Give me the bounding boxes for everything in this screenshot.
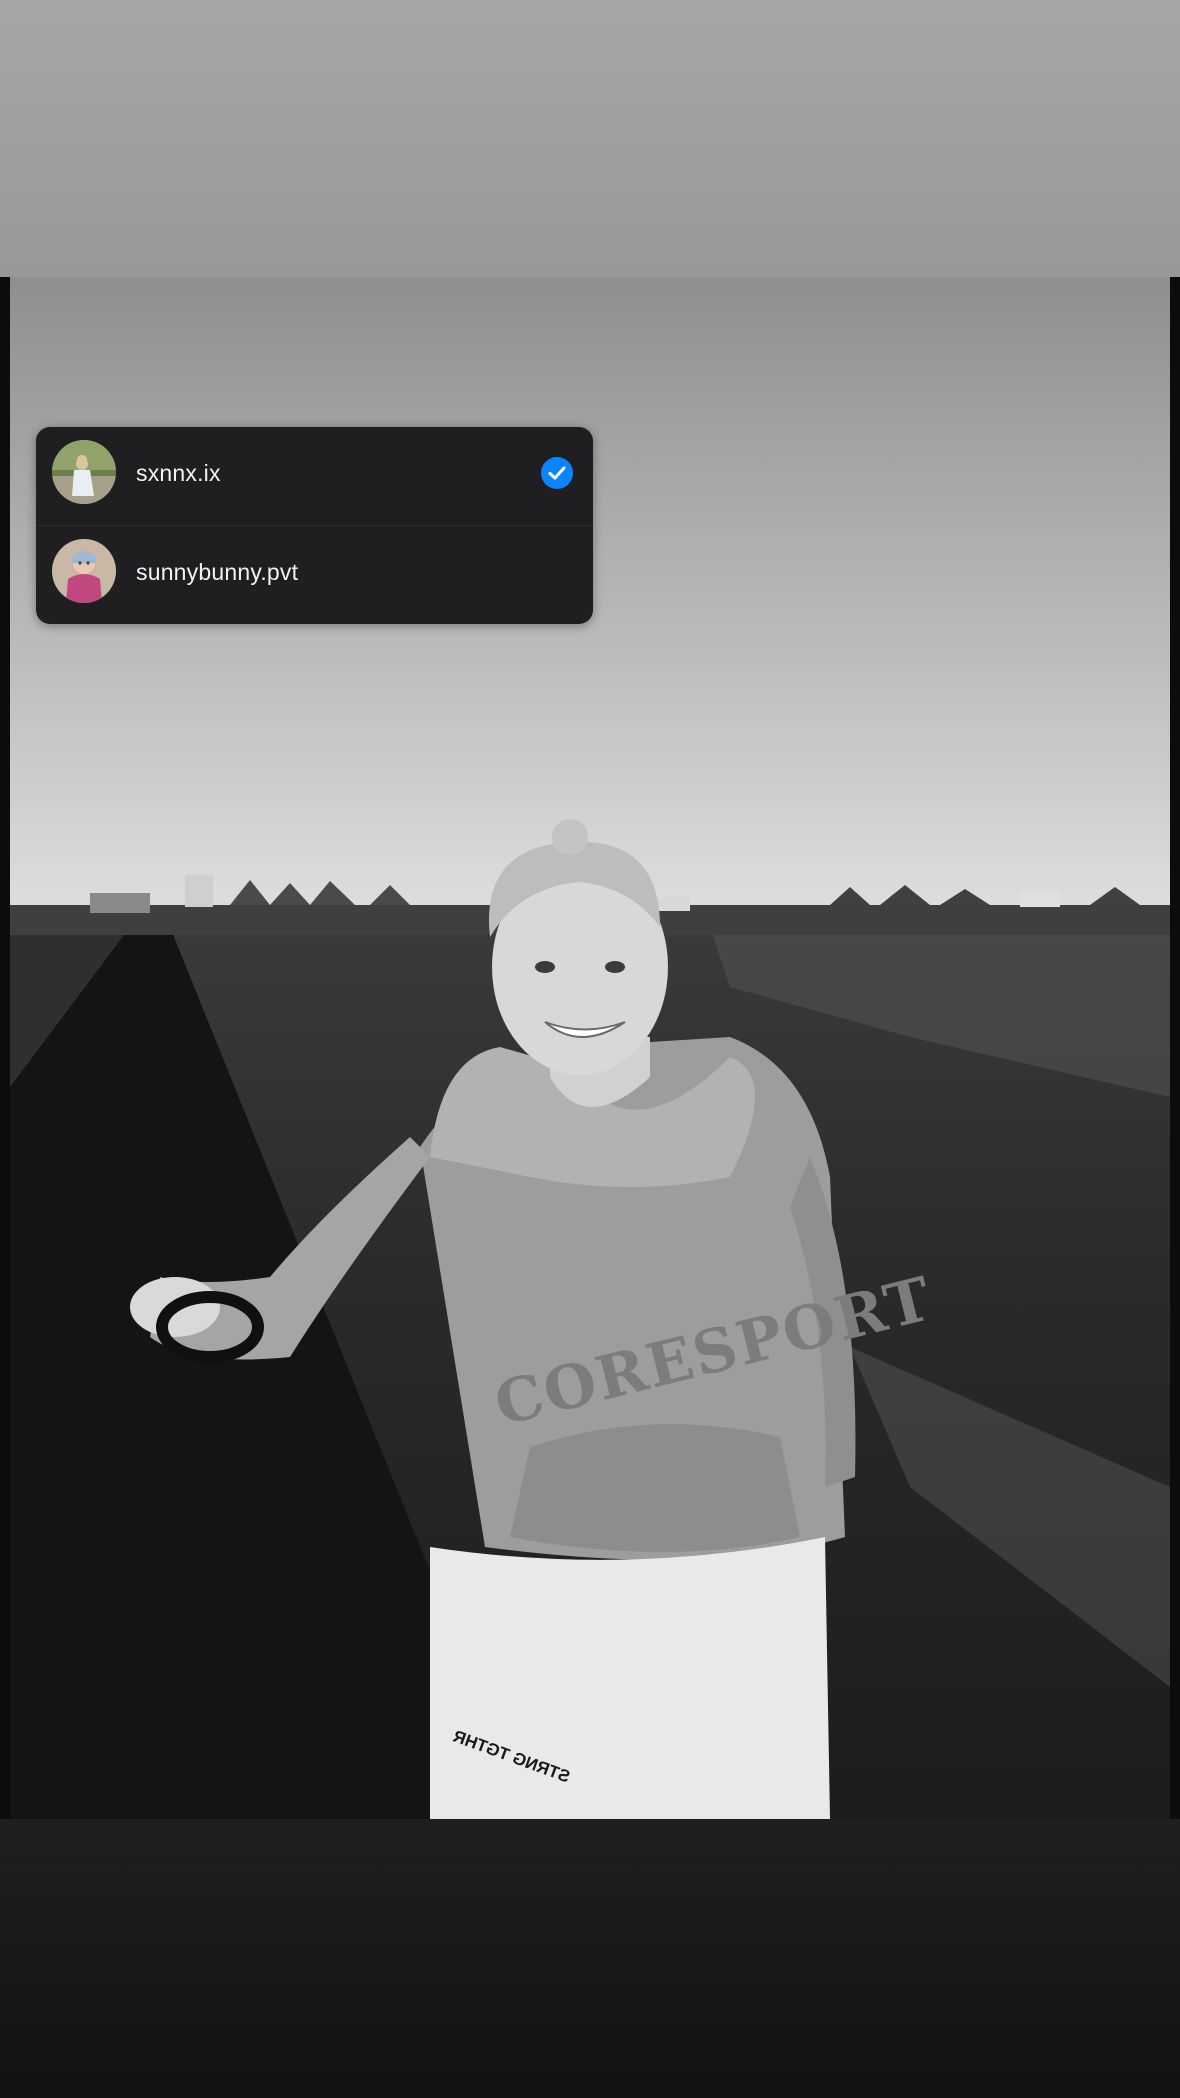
profile-photo-icon xyxy=(52,440,116,504)
bottom-gradient xyxy=(0,1819,1180,2098)
account-row-sxnnx[interactable]: sxnnx.ix xyxy=(36,427,593,525)
account-switcher: sxnnx.ix sunnybunny.pvt xyxy=(36,427,593,624)
story-viewer: CORESPORT STRNG TGTHR sxnnx.ix sunnybunn… xyxy=(0,0,1180,2098)
right-edge xyxy=(1170,277,1180,1819)
account-username: sxnnx.ix xyxy=(136,460,221,486)
account-username: sunnybunny.pvt xyxy=(136,559,299,585)
left-edge xyxy=(0,277,10,1819)
check-icon xyxy=(541,457,573,489)
account-row-sunnybunny[interactable]: sunnybunny.pvt xyxy=(36,526,593,624)
top-gradient xyxy=(0,0,1180,277)
profile-photo-icon xyxy=(52,539,116,603)
